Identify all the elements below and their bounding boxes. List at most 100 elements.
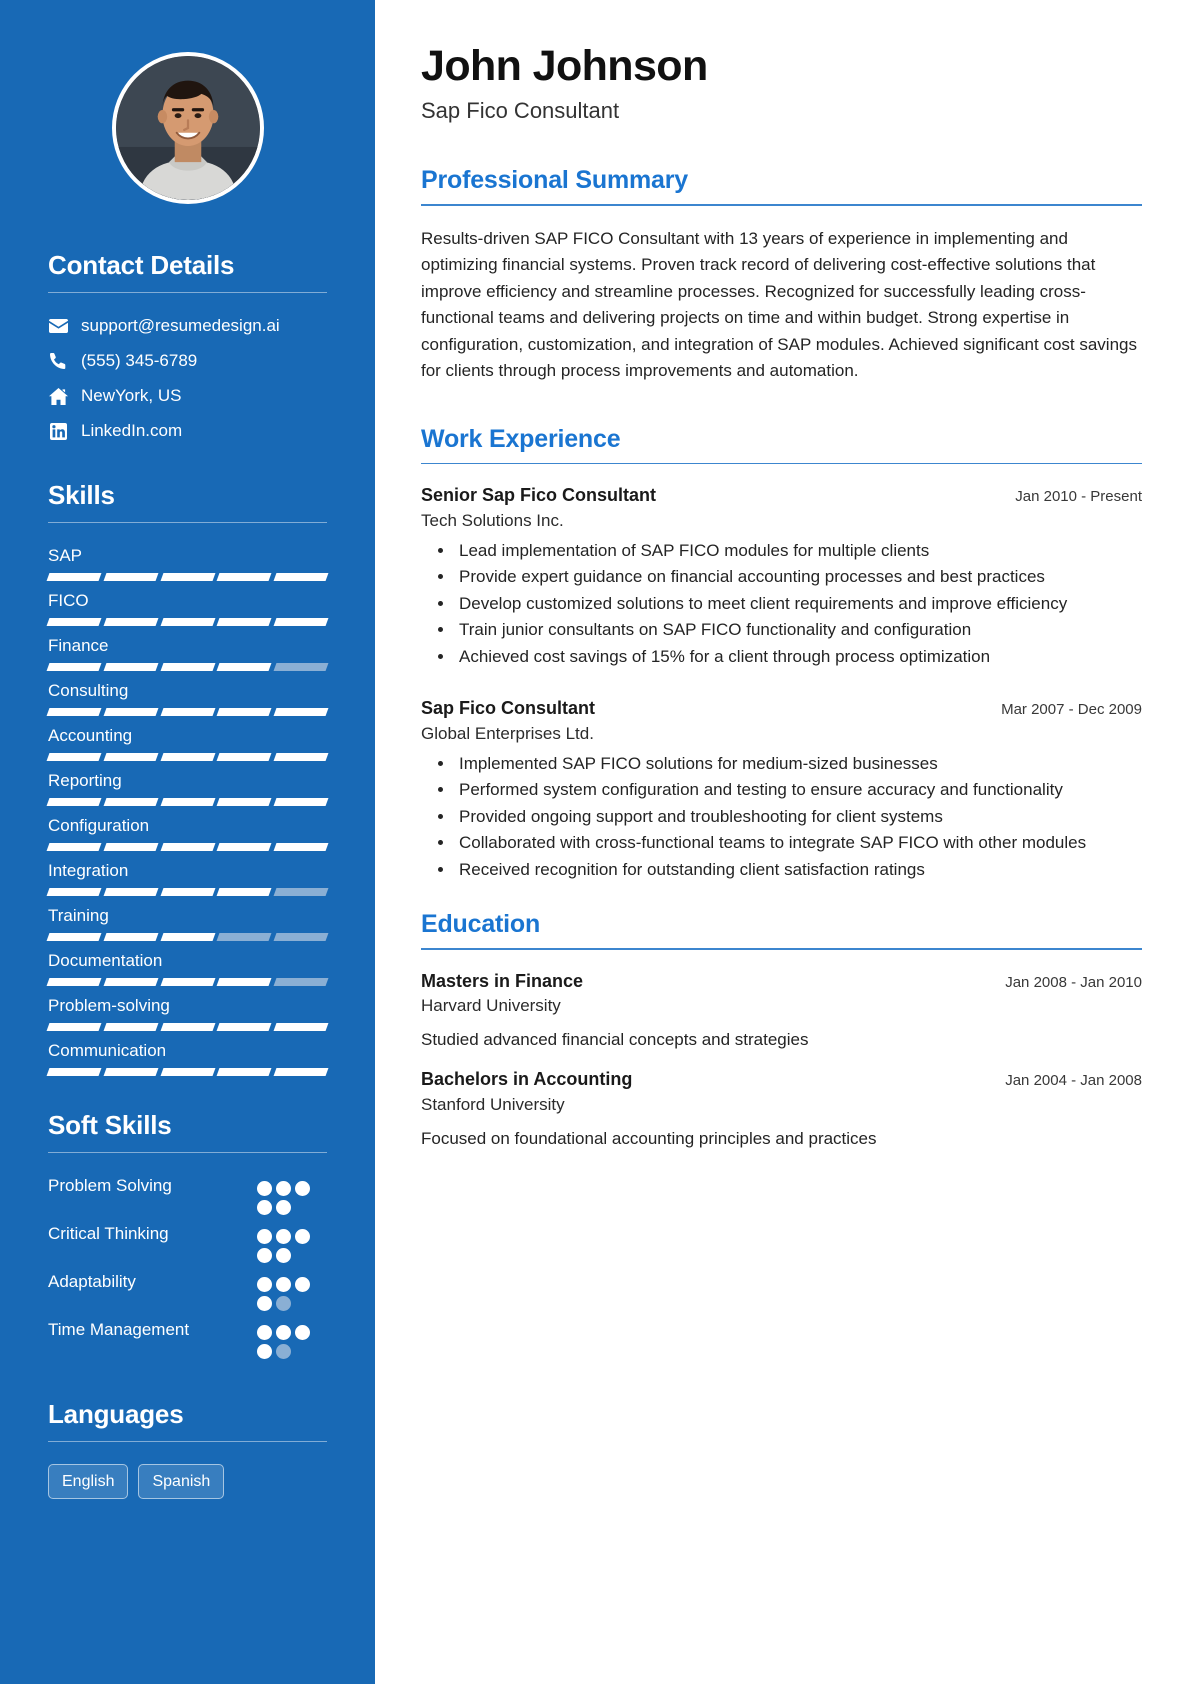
education-school: Stanford University bbox=[421, 1094, 565, 1114]
skill-bar-segment bbox=[103, 842, 159, 851]
main-content: John Johnson Sap Fico Consultant Profess… bbox=[375, 0, 1200, 1684]
contact-item-email[interactable]: support@resumedesign.ai bbox=[48, 315, 327, 337]
skill-name: SAP bbox=[48, 546, 83, 566]
work-bullet: Provide expert guidance on financial acc… bbox=[455, 564, 1142, 590]
work-bullet: Collaborated with cross-functional teams… bbox=[455, 830, 1142, 856]
education-description: Focused on foundational accounting princ… bbox=[421, 1128, 877, 1148]
rating-dot bbox=[295, 1180, 310, 1196]
rating-dot bbox=[276, 1276, 291, 1292]
rating-dot bbox=[276, 1180, 291, 1196]
skill-name: Configuration bbox=[48, 816, 150, 835]
rating-dot bbox=[257, 1324, 272, 1340]
skill-level-bar bbox=[46, 618, 329, 627]
work-experience-item: Senior Sap Fico Consultant Jan 2010 - Pre… bbox=[421, 484, 1142, 669]
skill-item: Reporting bbox=[46, 770, 329, 806]
contact-value-email: support@resumedesign.ai bbox=[81, 316, 280, 335]
section-divider bbox=[421, 204, 1142, 206]
skill-name: Training bbox=[48, 905, 109, 925]
skill-name: Documentation bbox=[48, 950, 163, 970]
skill-bar-segment bbox=[46, 663, 102, 672]
skill-name: Communication bbox=[48, 1040, 167, 1060]
work-experience-heading: Work Experience bbox=[421, 424, 621, 453]
professional-summary-section: Professional Summary Results-driven SAP … bbox=[421, 166, 1142, 385]
section-divider bbox=[421, 462, 1142, 465]
skill-bar-segment bbox=[46, 708, 102, 717]
professional-summary-text: Results-driven SAP FICO Consultant with … bbox=[421, 228, 1137, 381]
contact-item-location[interactable]: NewYork, US bbox=[48, 385, 327, 407]
language-chip[interactable]: Spanish bbox=[138, 1463, 225, 1499]
contact-details-heading: Contact Details bbox=[48, 250, 235, 280]
skill-name: Consulting bbox=[48, 681, 129, 701]
skill-bar-segment bbox=[273, 573, 329, 582]
education-date-range: Jan 2008 - Jan 2010 bbox=[1005, 973, 1142, 991]
skill-name: Accounting bbox=[48, 726, 133, 746]
professional-summary-heading: Professional Summary bbox=[421, 166, 688, 195]
skill-bar-segment bbox=[103, 977, 159, 986]
work-bullet: Performed system configuration and testi… bbox=[455, 777, 1142, 803]
rating-dot bbox=[257, 1199, 272, 1215]
education-heading: Education bbox=[421, 910, 541, 939]
skill-bar-segment bbox=[160, 932, 215, 941]
contact-value-linkedin: LinkedIn.com bbox=[81, 421, 183, 441]
skill-bar-segment bbox=[273, 798, 329, 806]
soft-skill-label: Time Management bbox=[48, 1319, 190, 1339]
skill-bar-segment bbox=[216, 1067, 272, 1076]
contact-item-linkedin[interactable]: LinkedIn.com bbox=[48, 420, 327, 442]
language-chip[interactable]: English bbox=[48, 1463, 129, 1499]
work-bullet: Provided ongoing support and troubleshoo… bbox=[455, 804, 1142, 830]
skill-bar-segment bbox=[160, 708, 215, 717]
skill-name: Finance bbox=[48, 636, 109, 656]
skill-bar-segment bbox=[273, 1067, 329, 1076]
soft-skill-rating bbox=[257, 1271, 327, 1311]
rating-dot bbox=[276, 1199, 291, 1215]
skill-item: Consulting bbox=[46, 680, 329, 717]
skill-level-bar bbox=[46, 573, 329, 582]
soft-skill-label: Critical Thinking bbox=[48, 1223, 169, 1243]
page-title: John Johnson bbox=[421, 42, 708, 90]
soft-skill-item: Adaptability bbox=[48, 1271, 327, 1311]
work-company: Global Enterprises Ltd. bbox=[421, 723, 594, 743]
skill-bar-segment bbox=[273, 753, 329, 762]
skill-bar-segment bbox=[46, 618, 102, 627]
skill-bar-segment bbox=[273, 977, 329, 986]
rating-dot bbox=[295, 1324, 310, 1340]
skills-heading: Skills bbox=[48, 480, 115, 511]
languages-list: English Spanish bbox=[48, 1463, 327, 1499]
skill-bar-segment bbox=[216, 573, 272, 582]
skill-bar-segment bbox=[160, 663, 215, 672]
skill-bar-segment bbox=[216, 1022, 272, 1031]
work-experience-header: Senior Sap Fico Consultant Jan 2010 - Pre… bbox=[421, 484, 1142, 507]
rating-dot bbox=[276, 1295, 291, 1311]
skill-bar-segment bbox=[216, 842, 272, 851]
skill-bar-segment bbox=[216, 708, 272, 717]
work-bullet: Develop customized solutions to meet cli… bbox=[455, 591, 1142, 617]
education-date-range: Jan 2004 - Jan 2008 bbox=[1005, 1072, 1142, 1090]
soft-skill-item: Critical Thinking bbox=[48, 1223, 327, 1263]
skill-bar-segment bbox=[160, 887, 215, 896]
skill-bar-segment bbox=[103, 1067, 159, 1076]
skill-bar-segment bbox=[103, 663, 159, 672]
skill-bar-segment bbox=[273, 1022, 329, 1031]
rating-dot bbox=[276, 1324, 291, 1340]
skill-level-bar bbox=[46, 842, 329, 851]
education-list: Masters in Finance Jan 2008 - Jan 2010 Har… bbox=[421, 970, 1142, 1152]
contact-list: support@resumedesign.ai (555) 345-6789 N… bbox=[48, 315, 327, 442]
contact-item-phone[interactable]: (555) 345-6789 bbox=[48, 350, 327, 372]
soft-skill-label: Problem Solving bbox=[48, 1175, 172, 1195]
soft-skill-rating bbox=[257, 1223, 327, 1263]
rating-dot bbox=[295, 1276, 310, 1292]
skill-level-bar bbox=[46, 798, 329, 806]
education-item: Masters in Finance Jan 2008 - Jan 2010 Har… bbox=[421, 970, 1142, 1053]
skill-bar-segment bbox=[216, 753, 272, 762]
skill-item: Configuration bbox=[46, 815, 329, 851]
skill-bar-segment bbox=[160, 1022, 215, 1031]
sidebar: Contact Details support@resumedesign.ai bbox=[0, 0, 375, 1684]
skill-level-bar bbox=[46, 1067, 329, 1076]
work-date-range: Mar 2007 - Dec 2009 bbox=[1001, 701, 1142, 719]
skill-item: Training bbox=[46, 905, 329, 941]
soft-skill-item: Time Management bbox=[48, 1319, 327, 1359]
soft-skill-item: Problem Solving bbox=[48, 1175, 327, 1215]
skill-item: Accounting bbox=[46, 725, 329, 762]
skill-bar-segment bbox=[103, 708, 159, 717]
avatar bbox=[111, 52, 264, 204]
